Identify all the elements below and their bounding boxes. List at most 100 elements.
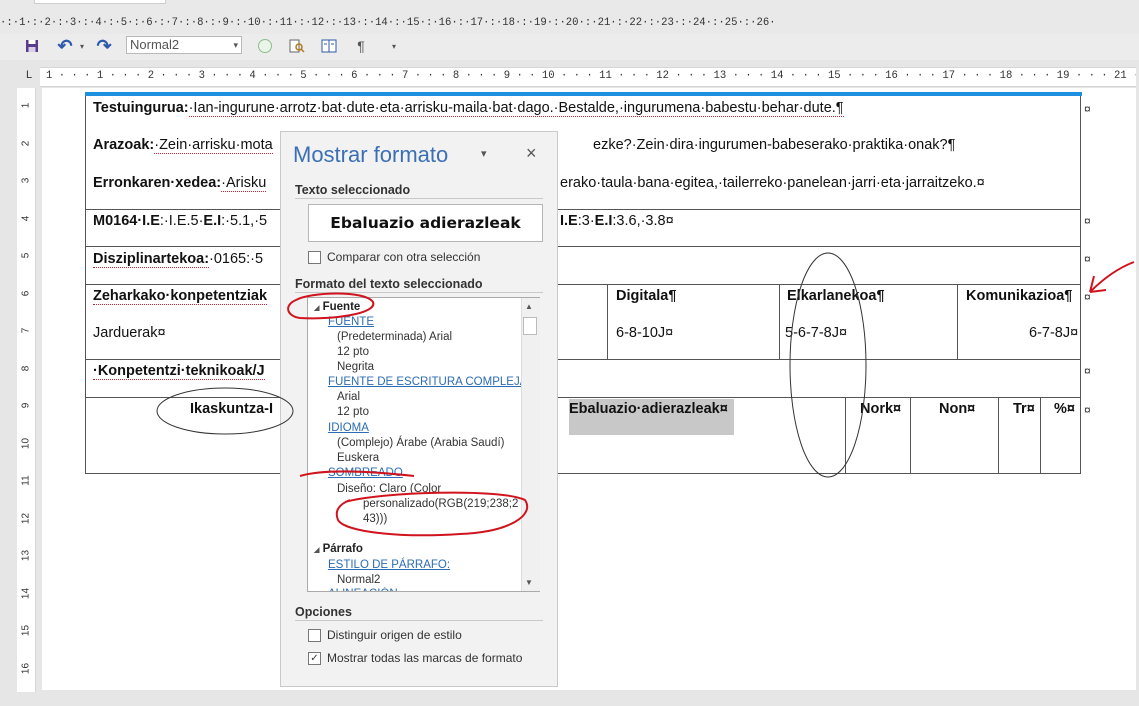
distinguish-style-source-row[interactable]: Distinguir origen de estilo (308, 628, 462, 642)
vertical-ruler-number: 1 (20, 102, 32, 109)
chevron-down-icon: ▾ (233, 40, 238, 50)
print-preview-button[interactable] (288, 37, 306, 55)
chevron-down-icon: ▾ (481, 148, 487, 160)
undo-icon: ↶ (57, 35, 73, 56)
interdisciplinary-line[interactable]: Disziplinartekoa:·0165:·5 (93, 251, 263, 268)
communication-activities[interactable]: 6-7-8J¤ (1029, 325, 1078, 341)
shading-button[interactable] (256, 37, 274, 55)
communication-label[interactable]: Komunikazioa¶ (966, 288, 1072, 304)
activities-label[interactable]: Jarduerak¤ (93, 325, 166, 341)
paragraph-style-value: Normal2 (337, 574, 381, 586)
vertical-ruler-number: 12 (20, 512, 32, 524)
pane-title: Mostrar formato (293, 142, 449, 167)
shading-link[interactable]: SOMBREADO (328, 466, 403, 481)
selected-text-sample: Ebaluazio adierazleak (308, 204, 543, 242)
vertical-ruler-number: 7 (20, 327, 32, 334)
compare-label: Comparar con otra selección (327, 250, 481, 264)
end-of-row-mark: ¤ (1084, 403, 1091, 417)
problems-line[interactable]: Arazoak:·Zein·arrisku·mota (93, 137, 273, 154)
module-line-continued[interactable]: I.E:3·E.I:3.6,·3.8¤ (560, 213, 674, 229)
view-button[interactable] (320, 37, 338, 55)
undo-button[interactable]: ↶ (56, 35, 74, 56)
vertical-ruler-number: 10 (20, 437, 32, 449)
save-button[interactable] (24, 37, 40, 55)
who-header[interactable]: Nork¤ (860, 401, 901, 417)
collaborative-activities[interactable]: 5-6-7-8J¤ (785, 325, 847, 341)
undo-dropdown[interactable]: ▾ (78, 37, 86, 55)
module-line[interactable]: M0164·I.E:·I.E.5·E.I:·5.1,·5 (93, 213, 267, 229)
horizontal-ruler-numbers: 1 · · · 1 · · · 2 · · · 3 · · · 4 · · · … (46, 70, 1136, 82)
style-selector-value: Normal2 (130, 37, 180, 52)
scroll-up-button[interactable]: ▲ (525, 302, 533, 311)
paragraph-group[interactable]: ◢ Párrafo (314, 542, 363, 558)
vertical-ruler-number: 5 (20, 252, 32, 259)
vertical-ruler-number: 4 (20, 215, 32, 221)
learning-results-header[interactable]: Ikaskuntza-I (190, 401, 273, 417)
distinguish-style-source-checkbox[interactable] (308, 628, 321, 642)
technical-competencies-label[interactable]: ·Konpetentzi·teknikoak/J (93, 363, 265, 380)
style-selector[interactable]: Normal2 ▾ (126, 36, 242, 54)
font-link[interactable]: FUENTE (328, 315, 374, 330)
cell-border (845, 398, 846, 474)
view-icon (321, 39, 337, 53)
format-heading: Formato del texto seleccionado (295, 277, 483, 291)
shading-value: 43))) (363, 513, 388, 525)
tab-selector[interactable]: L (22, 68, 36, 82)
challenge-line[interactable]: Erronkaren·xedea:·Arisku (93, 175, 267, 192)
vertical-ruler-number: 8 (20, 365, 32, 371)
complex-script-font-link[interactable]: FUENTE DE ESCRITURA COMPLEJA: (328, 375, 531, 390)
fuente-group[interactable]: ◢ Fuente (314, 300, 360, 316)
compare-checkbox-row[interactable]: Comparar con otra selección (308, 250, 480, 264)
vertical-ruler-number: 11 (20, 475, 32, 486)
vertical-ruler-number: 16 (20, 662, 32, 674)
evaluation-indicators-header[interactable]: Ebaluazio·adierazleak¤ (569, 399, 734, 435)
ribbon-tab-edge (34, 0, 166, 4)
vertical-ruler-number: 15 (20, 624, 32, 637)
compare-checkbox[interactable] (308, 250, 321, 264)
section-divider (295, 292, 543, 293)
vertical-ruler-number: 13 (20, 549, 32, 562)
save-icon (26, 40, 38, 52)
font-value: (Predeterminada) Arial (337, 331, 453, 343)
pilcrow-icon: ¶ (357, 38, 365, 54)
tr-header[interactable]: Tr¤ (1013, 401, 1035, 417)
show-all-marks-row[interactable]: ✓ Mostrar todas las marcas de formato (308, 651, 522, 665)
percent-header[interactable]: %¤ (1054, 401, 1075, 417)
customize-qat-button[interactable]: ▾ (388, 37, 400, 55)
end-of-row-mark: ¤ (1084, 364, 1091, 378)
digital-activities[interactable]: 6-8-10J¤ (616, 325, 673, 341)
close-icon: × (526, 143, 537, 163)
scroll-down-button[interactable]: ▼ (525, 578, 533, 587)
digital-label[interactable]: Digitala¶ (616, 288, 676, 304)
collaborative-label[interactable]: Elkarlanekoa¶ (787, 288, 885, 304)
shading-icon (258, 39, 272, 53)
challenge-line-continued[interactable]: erako·taula·bana·egitea,·tailerreko·pane… (560, 175, 985, 191)
list-scrollbar[interactable] (521, 298, 540, 591)
cell-border (910, 398, 911, 474)
options-heading: Opciones (295, 605, 352, 619)
complex-font-value: 12 pto (337, 406, 369, 418)
context-line[interactable]: Testuingurua:·Ian-ingurune·arrotz·bat·du… (93, 100, 844, 117)
problems-line-continued[interactable]: ezke?·Zein·dira·ingurumen-babeserako·pra… (593, 137, 955, 153)
shading-value: personalizado(RGB(219;238;2 (363, 498, 519, 510)
chevron-down-icon: ▾ (79, 41, 84, 51)
vertical-ruler-number: 2 (20, 140, 32, 146)
language-value: (Complejo) Árabe (Arabia Saudí) (337, 437, 505, 449)
language-link[interactable]: IDIOMA (328, 421, 369, 436)
transversal-competencies-label[interactable]: Zeharkako·konpetentziak (93, 288, 268, 305)
collapse-triangle-icon: ◢ (314, 305, 320, 312)
redo-button[interactable]: ↷ (95, 36, 113, 56)
collapse-triangle-icon: ◢ (314, 547, 320, 554)
section-divider (295, 620, 543, 621)
show-all-marks-checkbox[interactable]: ✓ (308, 651, 321, 665)
close-button[interactable]: × (526, 143, 537, 164)
arrow-down-icon: ▼ (525, 578, 533, 587)
arrow-up-icon: ▲ (525, 302, 533, 311)
where-header[interactable]: Non¤ (939, 401, 975, 417)
show-formatting-marks-button[interactable]: ¶ (352, 37, 370, 55)
font-value: 12 pto (337, 346, 369, 358)
scrollbar-thumb[interactable] (523, 317, 537, 335)
alignment-link[interactable]: ALINEACIÓN (328, 587, 398, 591)
paragraph-style-link[interactable]: ESTILO DE PÁRRAFO: (328, 558, 450, 573)
pane-options-button[interactable]: ▾ (481, 147, 487, 160)
